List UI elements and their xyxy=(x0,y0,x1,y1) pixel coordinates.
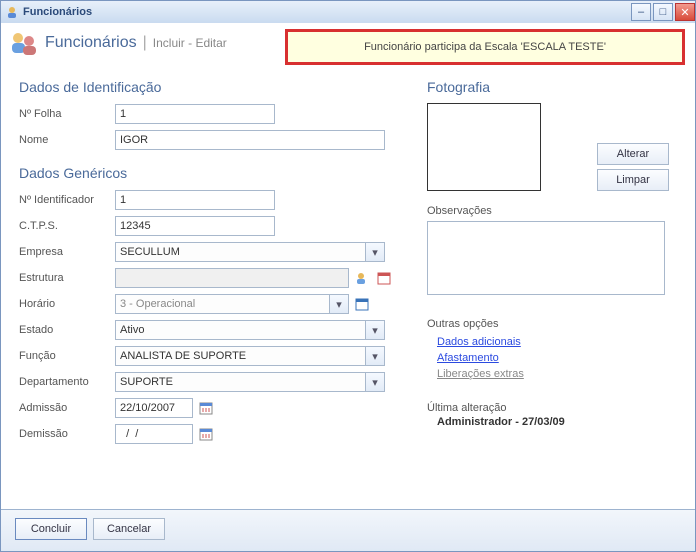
combo-empresa[interactable]: ▾ xyxy=(115,242,385,262)
lookup-person-icon[interactable] xyxy=(353,269,371,287)
window-title: Funcionários xyxy=(23,6,92,18)
calendar-grid-icon[interactable] xyxy=(375,269,393,287)
left-column: Dados de Identificação Nº Folha Nome Dad… xyxy=(19,75,399,449)
label-horario: Horário xyxy=(19,298,115,310)
titlebar: Funcionários ‒ □ ✕ xyxy=(1,1,695,23)
limpar-button[interactable]: Limpar xyxy=(597,169,669,191)
input-identificador[interactable] xyxy=(115,190,275,210)
page-title: Funcionários xyxy=(45,34,137,52)
cancelar-button[interactable]: Cancelar xyxy=(93,518,165,540)
link-liberacoes[interactable]: Liberações extras xyxy=(437,368,524,380)
label-funcao: Função xyxy=(19,350,115,362)
label-folha: Nº Folha xyxy=(19,108,115,120)
input-estrutura xyxy=(115,268,349,288)
link-dados-adicionais[interactable]: Dados adicionais xyxy=(437,336,521,348)
alterar-button[interactable]: Alterar xyxy=(597,143,669,165)
input-empresa[interactable] xyxy=(115,242,365,262)
label-empresa: Empresa xyxy=(19,246,115,258)
link-afastamento[interactable]: Afastamento xyxy=(437,352,499,364)
label-departamento: Departamento xyxy=(19,376,115,388)
people-icon xyxy=(9,29,39,57)
input-horario[interactable] xyxy=(115,294,329,314)
chevron-down-icon[interactable]: ▾ xyxy=(365,242,385,262)
input-nome[interactable] xyxy=(115,130,385,150)
input-ctps[interactable] xyxy=(115,216,275,236)
content: Dados de Identificação Nº Folha Nome Dad… xyxy=(1,63,695,509)
minimize-button[interactable]: ‒ xyxy=(631,3,651,21)
schedule-icon[interactable] xyxy=(353,295,371,313)
concluir-button[interactable]: Concluir xyxy=(15,518,87,540)
chevron-down-icon[interactable]: ▾ xyxy=(329,294,349,314)
label-estrutura: Estrutura xyxy=(19,272,115,284)
label-admissao: Admissão xyxy=(19,402,115,414)
textarea-obs[interactable] xyxy=(427,221,665,295)
section-generic: Dados Genéricos xyxy=(19,165,399,181)
combo-funcao[interactable]: ▾ xyxy=(115,346,385,366)
section-obs: Observações xyxy=(427,205,677,217)
section-lastchange: Última alteração xyxy=(427,402,677,414)
maximize-button[interactable]: □ xyxy=(653,3,673,21)
combo-departamento[interactable]: ▾ xyxy=(115,372,385,392)
separator: | xyxy=(143,34,147,52)
input-departamento[interactable] xyxy=(115,372,365,392)
input-funcao[interactable] xyxy=(115,346,365,366)
input-estado[interactable] xyxy=(115,320,365,340)
window: Funcionários ‒ □ ✕ Funcionários | Inclui… xyxy=(0,0,696,552)
section-identification: Dados de Identificação xyxy=(19,79,399,95)
photo-frame xyxy=(427,103,541,191)
section-photo: Fotografia xyxy=(427,79,677,95)
label-nome: Nome xyxy=(19,134,115,146)
footer: Concluir Cancelar xyxy=(1,509,695,551)
lastchange-value: Administrador - 27/03/09 xyxy=(427,416,677,428)
photo-buttons: Alterar Limpar xyxy=(597,103,669,195)
page-mode: Incluir - Editar xyxy=(153,36,227,50)
calendar-icon[interactable] xyxy=(197,425,215,443)
section-other: Outras opções xyxy=(427,318,677,330)
input-admissao[interactable] xyxy=(115,398,193,418)
close-button[interactable]: ✕ xyxy=(675,3,695,21)
label-identificador: Nº Identificador xyxy=(19,194,115,206)
calendar-icon[interactable] xyxy=(197,399,215,417)
label-estado: Estado xyxy=(19,324,115,336)
combo-estado[interactable]: ▾ xyxy=(115,320,385,340)
input-folha[interactable] xyxy=(115,104,275,124)
input-demissao[interactable] xyxy=(115,424,193,444)
chevron-down-icon[interactable]: ▾ xyxy=(365,372,385,392)
notice-banner: Funcionário participa da Escala 'ESCALA … xyxy=(285,29,685,65)
combo-horario[interactable]: ▾ xyxy=(115,294,349,314)
chevron-down-icon[interactable]: ▾ xyxy=(365,346,385,366)
notice-text: Funcionário participa da Escala 'ESCALA … xyxy=(364,41,606,53)
label-ctps: C.T.P.S. xyxy=(19,220,115,232)
app-icon xyxy=(5,5,19,19)
right-column: Fotografia Alterar Limpar Observações Ou… xyxy=(427,75,677,428)
chevron-down-icon[interactable]: ▾ xyxy=(365,320,385,340)
window-buttons: ‒ □ ✕ xyxy=(629,3,695,21)
label-demissao: Demissão xyxy=(19,428,115,440)
